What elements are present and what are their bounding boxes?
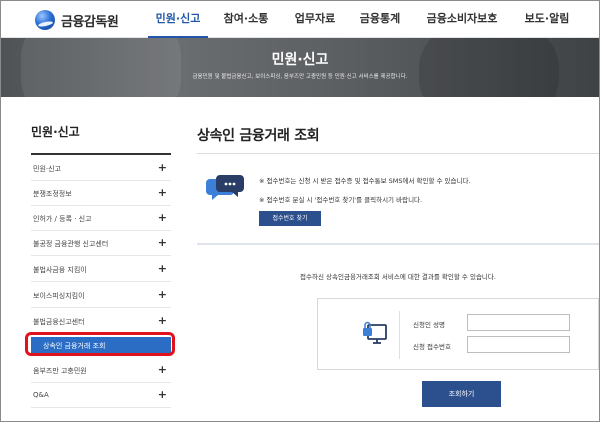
site-logo[interactable]: 금융감독원	[35, 10, 119, 30]
applicant-name-label: 신청인 성명	[413, 321, 445, 329]
form-divider	[399, 311, 400, 359]
logo-text: 금융감독원	[61, 14, 119, 30]
site-header: 금융감독원 민원·신고 참여·소통 업무자료 금융통계 금융소비자보호 보도·알…	[1, 1, 599, 38]
nav-item-press[interactable]: 보도·알림	[512, 1, 582, 37]
page-title: 상속인 금융거래 조회	[197, 128, 320, 144]
lookup-form-box	[317, 298, 599, 370]
page-banner: 민원·신고 금융민원 및 불법금융신고, 보이스피싱, 음부즈만 고충민원 등 …	[1, 38, 599, 97]
sidebar-item-label: Q&A	[33, 391, 49, 399]
applicant-name-input[interactable]	[467, 314, 570, 331]
sidebar-item-dispute[interactable]: 분쟁조정정보 +	[31, 181, 171, 206]
banner-subtitle: 금융민원 및 불법금융신고, 보이스피싱, 음부즈만 고충민원 등 민원·신고 …	[192, 74, 408, 80]
sidebar-item-label: 불법금융신고센터	[33, 318, 85, 326]
plus-icon[interactable]: +	[158, 161, 167, 174]
notice-lost-receipt: ※ 접수번호 분실 시 '접수번호 찾기'를 클릭하시기 바랍니다.	[259, 196, 423, 204]
sidebar-divider	[31, 153, 171, 155]
chat-bubble-icon	[206, 175, 244, 200]
sidebar-item-illegal-finance[interactable]: 불법금융신고센터 +	[31, 309, 171, 334]
sidebar-item-label: 보이스피싱지킴이	[33, 292, 85, 300]
plus-icon[interactable]: +	[158, 314, 167, 327]
browser-frame: 금융감독원 민원·신고 참여·소통 업무자료 금융통계 금융소비자보호 보도·알…	[0, 0, 600, 422]
plus-icon[interactable]: +	[158, 236, 167, 249]
nav-item-statistics[interactable]: 금융통계	[348, 1, 412, 37]
nav-item-participation[interactable]: 참여·소통	[210, 1, 282, 37]
title-divider	[197, 153, 599, 154]
nav-item-work-materials[interactable]: 업무자료	[282, 1, 348, 37]
plus-icon[interactable]: +	[158, 262, 167, 275]
receipt-number-label: 신청 접수번호	[413, 343, 451, 351]
sidebar-item-label: 불법사금융 지킴이	[33, 266, 87, 274]
section-divider	[197, 243, 599, 245]
sidebar-item-label: 불공정 금융관행 신고센터	[33, 240, 109, 248]
sidebar-item-label: 인허가 / 등록 · 신고	[33, 215, 92, 223]
plus-icon[interactable]: +	[158, 186, 167, 199]
lock-monitor-icon	[363, 321, 387, 344]
main-navigation: 민원·신고 참여·소통 업무자료 금융통계 금융소비자보호 보도·알림	[146, 1, 582, 38]
plus-icon[interactable]: +	[158, 288, 167, 301]
submit-inquiry-button[interactable]: 조회하기	[422, 381, 501, 407]
sidebar-item-label: 분쟁조정정보	[33, 190, 72, 198]
receipt-number-input[interactable]	[467, 336, 570, 353]
sidebar-item-label: 민원·신고	[33, 165, 61, 173]
plus-icon[interactable]: +	[158, 211, 167, 224]
sidebar-item-qna[interactable]: Q&A +	[31, 383, 171, 408]
sidebar-item-license[interactable]: 인허가 / 등록 · 신고 +	[31, 206, 171, 231]
sidebar-item-label: 옴부즈만 고충민원	[33, 367, 87, 375]
nav-item-complaint[interactable]: 민원·신고	[146, 1, 210, 38]
sidebar-item-complaint[interactable]: 민원·신고 +	[31, 156, 171, 181]
sidebar-item-ombudsman[interactable]: 옴부즈만 고충민원 +	[31, 358, 171, 383]
inquiry-info-text: 접수하신 상속인금융거래조회 서비스에 대한 결과를 확인할 수 있습니다.	[300, 273, 496, 281]
nav-item-consumer-protection[interactable]: 금융소비자보호	[412, 1, 512, 37]
plus-icon[interactable]: +	[158, 363, 167, 376]
sidebar-title: 민원·신고	[31, 125, 80, 139]
sidebar-item-illegal-lending[interactable]: 불법사금융 지킴이 +	[31, 257, 171, 282]
notice-receipt-number: ※ 접수번호는 신청 시 받은 접수증 및 접수통보 SMS에서 확인할 수 있…	[259, 177, 471, 185]
highlight-box	[25, 332, 175, 356]
fss-logo-icon	[35, 10, 55, 30]
plus-icon[interactable]: +	[158, 388, 167, 401]
find-receipt-button[interactable]: 접수번호 찾기	[259, 211, 321, 226]
sidebar-item-voice-phishing[interactable]: 보이스피싱지킴이 +	[31, 283, 171, 308]
sidebar-item-unfair-practice[interactable]: 불공정 금융관행 신고센터 +	[31, 231, 171, 256]
banner-title: 민원·신고	[271, 52, 329, 68]
